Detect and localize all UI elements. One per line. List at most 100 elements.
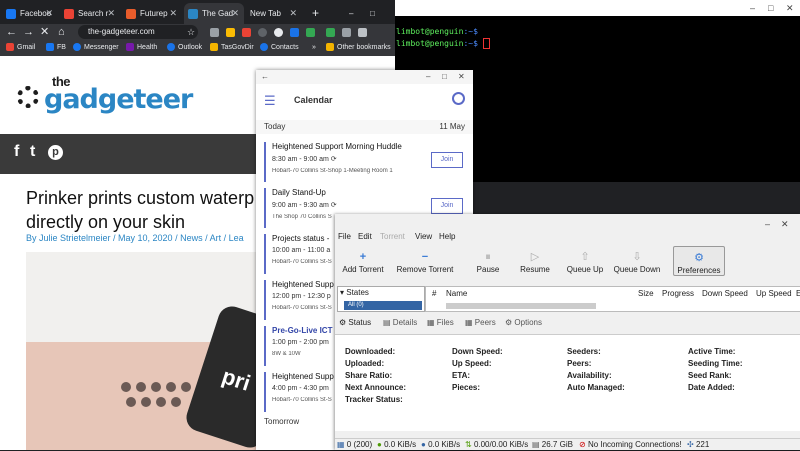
tab-facebook[interactable]: Faceboo ✕ <box>2 3 58 24</box>
status-icon: ⚙ <box>339 318 347 327</box>
maximize-icon[interactable]: □ <box>768 0 773 16</box>
column-header[interactable]: Up Speed <box>756 289 792 298</box>
close-icon[interactable]: ✕ <box>289 3 297 24</box>
stop-icon[interactable]: ✕ <box>40 24 49 40</box>
dht-icon: ✣ <box>687 440 694 449</box>
details-tabs: ⚙ Status ▤ Details ▦ Files ▦ Peers ⚙ Opt… <box>335 316 800 332</box>
tab-status[interactable]: ⚙ Status <box>339 318 371 327</box>
minimize-icon[interactable]: – <box>345 3 359 24</box>
column-header[interactable]: # <box>432 289 436 298</box>
bookmark-tasgovdir[interactable]: TasGovDir <box>210 40 254 56</box>
queue-up-button[interactable]: ⇧ Queue Up <box>565 246 605 275</box>
calendar-event[interactable]: Heightened Support Morning Huddle 8:30 a… <box>264 142 469 182</box>
back-icon[interactable]: ← <box>6 24 17 40</box>
new-tab-button[interactable]: + <box>308 3 322 24</box>
evernote-icon[interactable] <box>306 28 315 37</box>
menu-view[interactable]: View <box>415 232 432 241</box>
queue-down-button[interactable]: ⇩ Queue Down <box>611 246 663 275</box>
forward-icon[interactable]: → <box>23 24 34 40</box>
column-header[interactable]: Down Speed <box>702 289 748 298</box>
article-title[interactable]: Prinker prints custom waterp directly on… <box>26 186 266 234</box>
plus-icon: + <box>359 251 367 263</box>
add-torrent-button[interactable]: + Add Torrent <box>339 246 387 275</box>
arrow-down-icon: ⇩ <box>632 251 642 263</box>
sidebar-item-all[interactable]: All (0) <box>344 301 422 310</box>
close-icon[interactable]: ✕ <box>231 3 239 24</box>
close-icon[interactable]: ✕ <box>107 3 115 24</box>
join-button[interactable]: Join <box>431 152 463 168</box>
close-icon[interactable]: ✕ <box>45 3 53 24</box>
sidebar-header[interactable]: ▾ States <box>340 288 369 297</box>
search-icon[interactable] <box>452 92 465 105</box>
back-icon[interactable]: ← <box>261 70 269 84</box>
bookmark-fb[interactable]: FB <box>46 40 66 56</box>
bookmark-health[interactable]: Health <box>126 40 157 56</box>
pinterest-icon[interactable]: p <box>48 145 63 160</box>
tab-futurepedia[interactable]: Futurep ✕ <box>122 3 182 24</box>
tab-options[interactable]: ⚙ Options <box>505 318 542 327</box>
home-icon[interactable]: ⌂ <box>58 24 65 40</box>
bookmark-gmail[interactable]: Gmail <box>6 40 35 56</box>
extension-icon[interactable] <box>274 28 283 37</box>
maximize-icon[interactable]: □ <box>442 70 447 84</box>
download-speed-status[interactable]: ● 0.0 KiB/s <box>377 440 416 449</box>
bookmark-outlook[interactable]: Outlook <box>167 40 202 56</box>
tab-search[interactable]: Search r ✕ <box>60 3 120 24</box>
join-button[interactable]: Join <box>431 198 463 214</box>
upload-icon: ● <box>421 440 426 449</box>
scrollbar[interactable] <box>446 303 596 309</box>
column-header[interactable]: E <box>796 289 800 298</box>
site-logo[interactable]: the gadgeteer <box>14 74 193 120</box>
menu-edit[interactable]: Edit <box>358 232 372 241</box>
twitter-icon[interactable]: t <box>30 143 35 161</box>
play-icon: ▷ <box>530 251 540 263</box>
tab-peers[interactable]: ▦ Peers <box>465 318 496 327</box>
recurring-icon: ⟳ <box>330 156 337 163</box>
menu-file[interactable]: File <box>338 232 351 241</box>
menu-torrent[interactable]: Torrent <box>380 232 405 241</box>
bookmarks-more-icon[interactable]: » <box>312 40 316 56</box>
tab-new-tab[interactable]: New Tab ✕ <box>246 3 302 24</box>
tab-the-gadgeteer[interactable]: The Gad ✕ <box>184 3 244 24</box>
extension-icon[interactable] <box>258 28 267 37</box>
extension-icon[interactable] <box>210 28 219 37</box>
extension-icon[interactable] <box>342 28 351 37</box>
preferences-button[interactable]: ⚙ Preferences <box>673 246 725 276</box>
files-icon: ▦ <box>427 318 435 327</box>
extension-icon[interactable] <box>226 28 235 37</box>
star-icon[interactable]: ☆ <box>187 24 195 40</box>
address-bar[interactable]: the-gadgeteer.com <box>78 25 198 39</box>
extension-icon[interactable] <box>290 28 299 37</box>
column-header[interactable]: Name <box>446 289 467 298</box>
maximize-icon[interactable]: □ <box>366 3 380 24</box>
deluge-window: – ✕ File Edit Torrent View Help + Add Tor… <box>335 214 800 450</box>
upload-speed-status[interactable]: ● 0.0 KiB/s <box>421 440 460 449</box>
minimize-icon[interactable]: – <box>750 0 755 16</box>
close-icon[interactable]: ✕ <box>786 0 794 16</box>
extension-icon[interactable] <box>242 28 251 37</box>
bookmark-other[interactable]: Other bookmarks <box>326 40 391 56</box>
column-header[interactable]: Size <box>638 289 654 298</box>
pause-button[interactable]: ⏸ Pause <box>473 246 503 275</box>
pause-icon: ⏸ <box>485 251 491 263</box>
close-icon[interactable]: ✕ <box>781 216 789 232</box>
bookmark-messenger[interactable]: Messenger <box>73 40 119 56</box>
close-icon[interactable]: ✕ <box>458 70 465 84</box>
terminal-line: limbot@penguin:~$ <box>396 38 490 49</box>
column-header[interactable]: Progress <box>662 289 694 298</box>
facebook-icon[interactable]: f <box>14 143 19 161</box>
tab-files[interactable]: ▦ Files <box>427 318 454 327</box>
bookmark-contacts[interactable]: Contacts <box>260 40 299 56</box>
extension-icon[interactable] <box>358 28 367 37</box>
minimize-icon[interactable]: – <box>426 70 430 84</box>
connections-status[interactable]: ▦ 0 (200) <box>337 440 372 449</box>
gmail-icon <box>64 8 74 19</box>
extension-icon[interactable] <box>326 28 335 37</box>
remove-torrent-button[interactable]: − Remove Torrent <box>393 246 457 275</box>
minimize-icon[interactable]: – <box>765 216 770 232</box>
menu-icon[interactable]: ☰ <box>264 93 276 109</box>
tab-details[interactable]: ▤ Details <box>383 318 417 327</box>
resume-button[interactable]: ▷ Resume <box>517 246 553 275</box>
close-icon[interactable]: ✕ <box>169 3 177 24</box>
menu-help[interactable]: Help <box>439 232 455 241</box>
